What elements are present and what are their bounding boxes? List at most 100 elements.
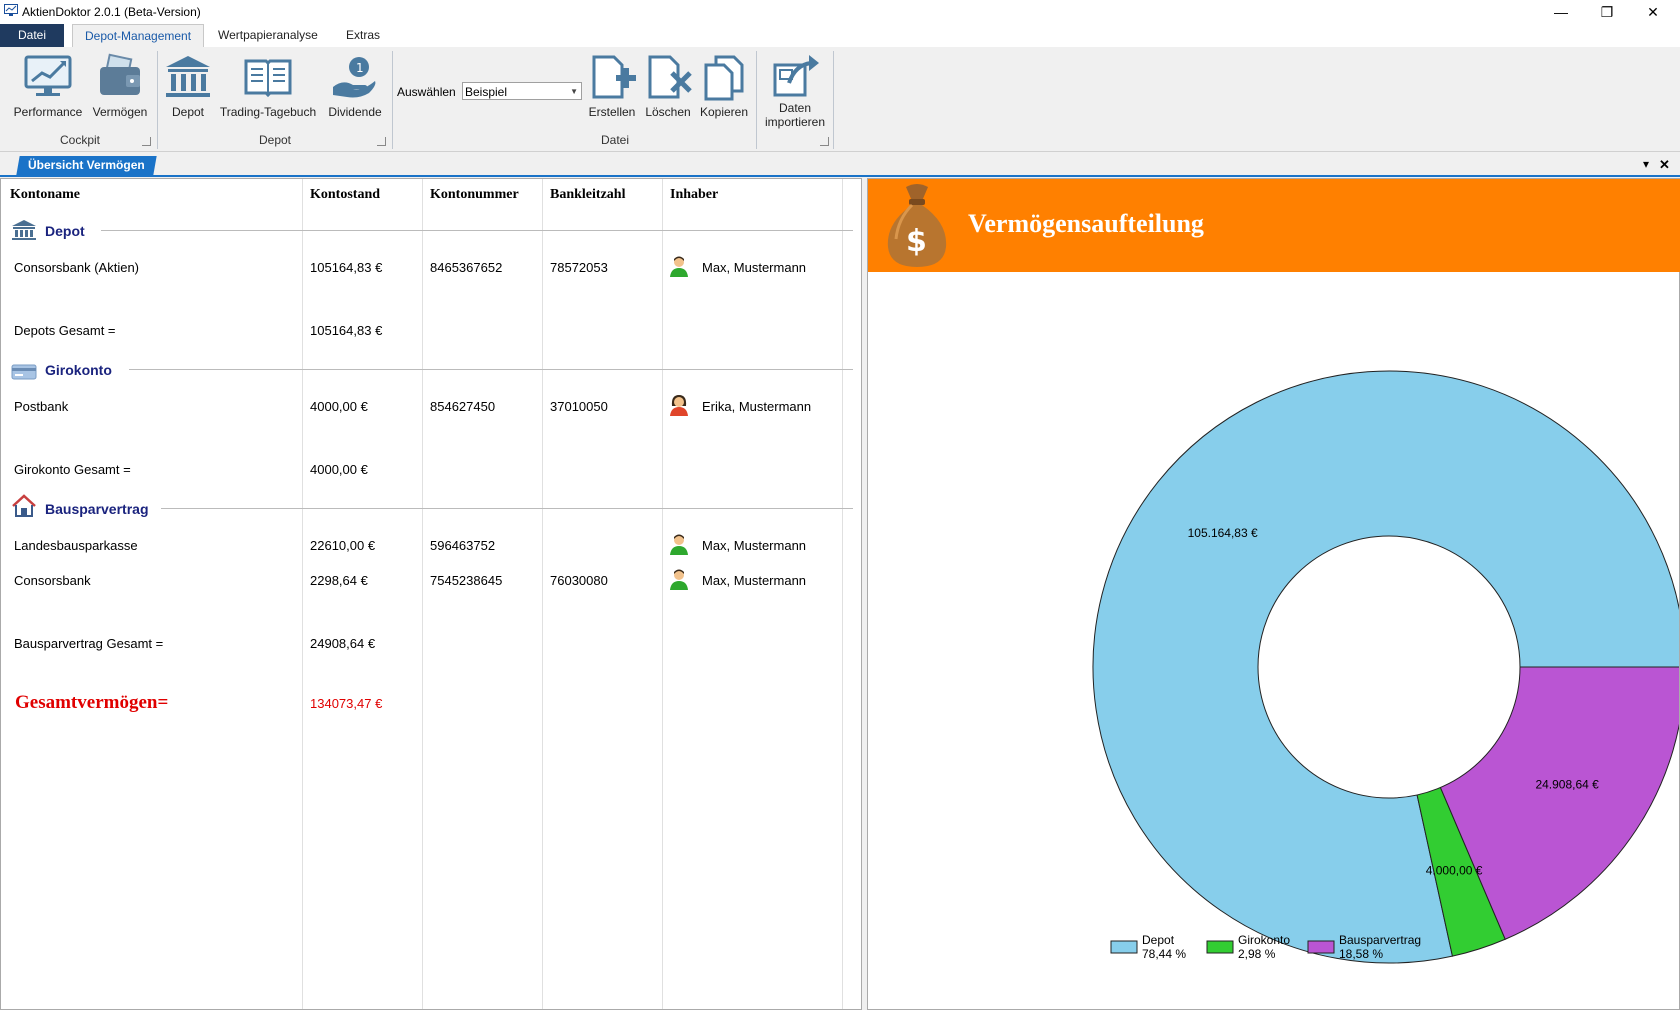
tab-menu-icon[interactable]: ▾ <box>1643 157 1649 171</box>
chart-title: Vermögensaufteilung <box>968 209 1204 238</box>
male-user-icon <box>670 534 688 555</box>
account-balance: 105164,83 € <box>310 260 383 275</box>
accounts-table: Kontoname Kontostand Kontonummer Banklei… <box>0 178 862 1010</box>
daten-label: Daten <box>778 101 812 115</box>
depot-group-label: Depot <box>258 133 292 147</box>
tab-depot-management[interactable]: Depot-Management <box>72 24 205 49</box>
account-name: Landesbausparkasse <box>14 538 138 553</box>
account-owner: Max, Mustermann <box>702 538 807 553</box>
account-balance: 22610,00 € <box>310 538 376 553</box>
account-blz: 76030080 <box>550 573 608 588</box>
legend-swatch <box>1206 940 1234 954</box>
dividende-label: Dividende <box>328 105 382 119</box>
section-title: Girokonto <box>45 362 112 378</box>
coin-hand-icon: 1 <box>333 57 376 98</box>
tab-datei[interactable]: Datei <box>0 24 65 47</box>
account-number: 854627450 <box>430 399 496 414</box>
vermoegen-label: Vermögen <box>92 105 148 119</box>
svg-text:$: $ <box>906 224 927 259</box>
document-tab-bar: Übersicht Vermögen ▾ ✕ <box>0 156 1680 177</box>
group-separator <box>157 51 158 149</box>
minimize-button[interactable]: — <box>1538 0 1584 24</box>
header-inhaber[interactable]: Inhaber <box>670 187 718 203</box>
performance-button[interactable]: Performance <box>10 53 86 119</box>
depot-expand-icon[interactable] <box>377 137 386 146</box>
section-title: Bausparvertrag <box>45 501 149 517</box>
legend-percent: 18,58 % <box>1339 947 1383 961</box>
slice-label-girokonto: 4.000,00 € <box>1426 863 1483 877</box>
erstellen-label: Erstellen <box>588 105 636 119</box>
legend-item-depot: Depot78,44 % <box>1110 933 1186 961</box>
chart-banner: $ Vermögensaufteilung <box>868 179 1680 272</box>
account-number: 8465367652 <box>430 260 503 275</box>
group-separator <box>833 51 834 149</box>
erstellen-button[interactable]: Erstellen <box>584 53 640 119</box>
restore-button[interactable]: ❐ <box>1584 0 1630 24</box>
loeschen-button[interactable]: Löschen <box>640 53 696 119</box>
tab-extras[interactable]: Extras <box>334 24 392 47</box>
account-number: 7545238645 <box>430 573 503 588</box>
asset-distribution-panel: $ Vermögensaufteilung 105.164,83 € 4.000,… <box>867 178 1680 1010</box>
account-name: Postbank <box>14 399 69 414</box>
grand-total-value: 134073,47 € <box>310 696 383 711</box>
section-divider <box>129 369 853 370</box>
datei-expand-icon[interactable] <box>820 137 829 146</box>
group-separator <box>392 51 393 149</box>
import-data-icon <box>773 55 819 97</box>
section-total-label: Depots Gesamt = <box>14 323 116 338</box>
loeschen-label: Löschen <box>645 105 691 119</box>
ribbon-tab-bar: Datei Depot-Management Wertpapieranalyse… <box>0 24 1680 49</box>
header-kontostand[interactable]: Kontostand <box>310 187 380 203</box>
close-button[interactable]: ✕ <box>1630 0 1676 24</box>
svg-text:1: 1 <box>356 61 364 75</box>
legend-swatch <box>1110 940 1138 954</box>
donut-hole <box>1257 535 1521 799</box>
male-user-icon <box>670 256 688 277</box>
account-number: 596463752 <box>430 538 496 553</box>
cockpit-expand-icon[interactable] <box>142 137 151 146</box>
column-divider <box>302 179 303 1009</box>
section-total-value: 24908,64 € <box>310 636 376 651</box>
credit-card-icon <box>11 364 37 380</box>
account-blz: 37010050 <box>550 399 608 414</box>
depot-button[interactable]: Depot <box>160 53 216 119</box>
copy-file-icon <box>704 55 744 101</box>
slice-label-bausparvertrag: 24.908,64 € <box>1535 778 1599 792</box>
donut-chart: 105.164,83 € 4.000,00 € 24.908,64 € Depot78… <box>1092 370 1679 964</box>
tab-wertpapieranalyse[interactable]: Wertpapieranalyse <box>206 24 330 47</box>
kopieren-button[interactable]: Kopieren <box>696 53 752 119</box>
account-owner: Max, Mustermann <box>702 260 807 275</box>
section-divider <box>101 230 853 231</box>
title-bar: AktienDoktor 2.0.1 (Beta-Version) — ❐ ✕ <box>0 0 1680 24</box>
section-total-label: Girokonto Gesamt = <box>14 462 131 477</box>
trading-tagebuch-button[interactable]: Trading-Tagebuch <box>216 53 320 119</box>
ribbon: Performance Vermögen Cockpit Depot Tradi… <box>0 47 1680 152</box>
column-divider <box>662 179 663 1009</box>
depot-label: Depot <box>171 105 205 119</box>
header-kontoname[interactable]: Kontoname <box>10 187 80 203</box>
dividende-button[interactable]: 1 Dividende <box>322 53 388 119</box>
bank-icon <box>166 56 210 97</box>
importieren-label: importieren <box>764 115 826 129</box>
section-title: Depot <box>45 223 85 239</box>
auswaehlen-label: Auswählen <box>397 85 456 99</box>
header-kontonummer[interactable]: Kontonummer <box>430 187 519 203</box>
new-file-icon <box>592 55 636 99</box>
slice-label-depot: 105.164,83 € <box>1188 526 1258 540</box>
account-owner: Max, Mustermann <box>702 573 807 588</box>
account-name: Consorsbank (Aktien) <box>14 260 139 275</box>
column-divider <box>542 179 543 1009</box>
account-balance: 4000,00 € <box>310 399 368 414</box>
legend-item-girokonto: Girokonto2,98 % <box>1206 933 1290 961</box>
column-divider <box>842 179 843 1009</box>
depot-select[interactable]: Beispiel ▼ <box>462 82 582 100</box>
legend-label: Depot <box>1142 933 1175 947</box>
tab-close-icon[interactable]: ✕ <box>1659 157 1670 173</box>
vermoegen-button[interactable]: Vermögen <box>88 53 152 119</box>
tab-uebersicht-vermoegen[interactable]: Übersicht Vermögen <box>16 156 157 175</box>
header-bankleitzahl[interactable]: Bankleitzahl <box>550 187 625 203</box>
daten-importieren-button[interactable]: Daten importieren <box>760 51 830 129</box>
section-divider <box>161 508 853 509</box>
account-owner: Erika, Mustermann <box>702 399 812 414</box>
performance-chart-icon <box>24 55 72 96</box>
